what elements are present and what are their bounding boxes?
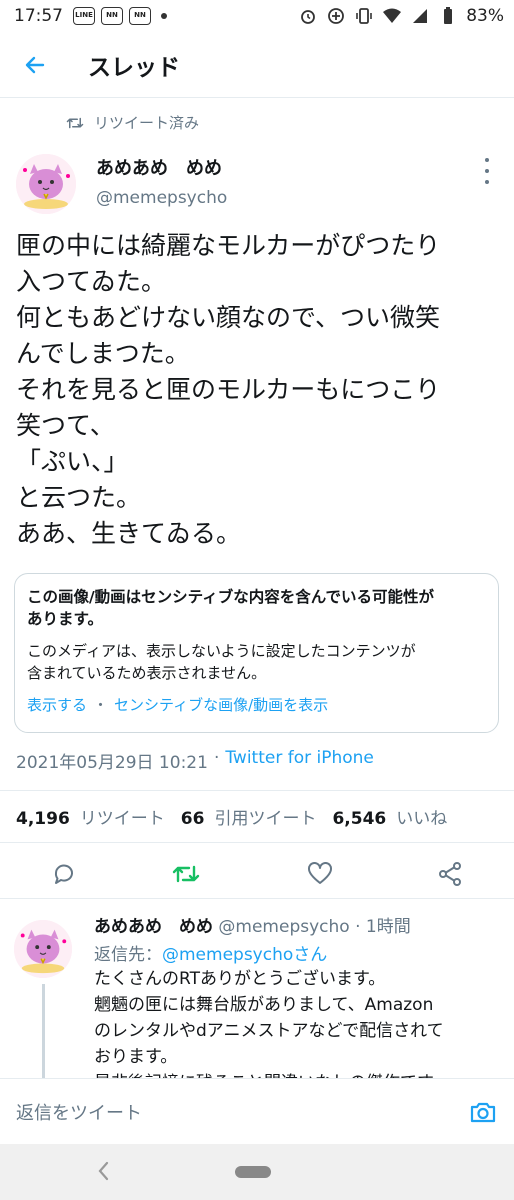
like-count[interactable]: 6,546: [332, 809, 386, 829]
notification-dot-icon: [161, 13, 167, 19]
reply-author-name[interactable]: あめあめ めめ: [94, 917, 213, 937]
retweet-count[interactable]: 4,196: [16, 809, 70, 829]
like-count-label[interactable]: いいね: [396, 804, 447, 829]
author-name[interactable]: あめあめ めめ: [96, 154, 222, 180]
reply-button[interactable]: [50, 860, 78, 888]
author-avatar[interactable]: [16, 154, 76, 214]
author-handle[interactable]: @memepsycho: [96, 188, 227, 208]
divider: [0, 790, 514, 791]
page-title: スレッド: [88, 54, 180, 81]
divider: [0, 898, 514, 899]
arrow-left-icon: [25, 56, 45, 73]
alarm-icon: [298, 6, 318, 26]
more-vertical-icon: [485, 158, 489, 162]
reply-time[interactable]: 1時間: [366, 917, 411, 937]
tweet-actions: [0, 850, 514, 896]
reply-author-handle[interactable]: @memepsycho: [218, 917, 349, 937]
comment-icon: [54, 864, 73, 884]
reply-author-avatar[interactable]: [14, 920, 72, 978]
tweet-text: 匣の中には綺麗なモルカーがぴつたり 入つてゐた。 何ともあどけない顔なので、つい…: [16, 228, 506, 552]
tweet-text-line: 匣の中には綺麗なモルカーがぴつたり: [16, 231, 441, 260]
tweet-meta: 2021年05月29日 10:21 · Twitter for iPhone: [16, 748, 374, 773]
camera-button[interactable]: [468, 1097, 498, 1127]
retweeted-label: リツイート済み: [94, 114, 200, 132]
sensitive-media-warning: この画像/動画はセンシティブな内容を含んでいる可能性が あります。 このメディア…: [14, 573, 499, 733]
tweet-timestamp[interactable]: 2021年05月29日 10:21: [16, 748, 208, 773]
avatar-illustration: [16, 154, 76, 214]
more-vertical-icon-dot: [485, 169, 489, 173]
retweet-count-label[interactable]: リツイート: [80, 804, 165, 829]
avatar-illustration: [14, 920, 72, 978]
retweet-icon: [172, 865, 200, 883]
vibrate-icon: [354, 6, 374, 26]
separator: ·: [213, 748, 220, 768]
like-button[interactable]: [306, 860, 334, 888]
data-saver-icon: [326, 6, 346, 26]
tweet-text-line: 入つてゐた。: [16, 267, 167, 296]
tweet-text-line: 何ともあどけない顔なので、つい微笑: [16, 303, 441, 332]
chevron-left-icon: [98, 1161, 109, 1181]
retweet-button[interactable]: [172, 860, 200, 888]
more-options-button[interactable]: [480, 158, 494, 184]
sensitive-body-line: このメディアは、表示しないように設定したコンテンツが: [27, 642, 416, 660]
separator: ・: [93, 696, 109, 714]
tweet-text-line: 笑つて、: [16, 411, 115, 440]
more-vertical-icon-dot: [485, 180, 489, 184]
reply-compose-input[interactable]: 返信をツイート: [16, 1099, 468, 1125]
system-back-button[interactable]: [96, 1160, 110, 1186]
reply-to-line: 返信先：@memepsychoさん: [94, 940, 327, 965]
sensitive-body-line: 含まれているため表示されません。: [27, 664, 267, 682]
tweet-stats: 4,196 リツイート 66 引用ツイート 6,546 いいね: [16, 804, 453, 829]
divider: [0, 842, 514, 843]
sensitive-actions: 表示する ・ センシティブな画像/動画を表示: [27, 694, 486, 715]
status-time: 17:57: [14, 6, 63, 26]
reply-text-line: のレンタルやdアニメストアなどで配信されて: [94, 1021, 444, 1041]
reply-to-user-link[interactable]: @memepsychoさん: [162, 945, 327, 965]
sensitive-title-line: あります。: [27, 610, 103, 628]
system-navigation-bar: [0, 1144, 514, 1200]
tweet-text-line: んでしまつた。: [16, 339, 190, 368]
system-home-button[interactable]: [235, 1166, 271, 1178]
sensitive-title-line: この画像/動画はセンシティブな内容を含んでいる可能性が: [27, 588, 434, 606]
app-notification-icon: NN: [101, 7, 123, 25]
thread-connector: [42, 984, 45, 1078]
reply-to-label: 返信先：: [94, 945, 162, 965]
wifi-icon: [382, 6, 402, 26]
retweeted-indicator: リツイート済み: [66, 112, 199, 133]
separator: ·: [355, 917, 361, 937]
share-icon: [439, 862, 461, 886]
tweet-text-line: 「ぷい、」: [16, 447, 129, 476]
line-app-icon: LINE: [73, 7, 95, 25]
sensitive-warning-title: この画像/動画はセンシティブな内容を含んでいる可能性が あります。: [27, 586, 486, 630]
quote-count-label[interactable]: 引用ツイート: [214, 804, 316, 829]
signal-icon: [410, 6, 430, 26]
heart-icon: [308, 862, 332, 884]
reply-compose-bar[interactable]: 返信をツイート: [0, 1078, 514, 1144]
tweet-text-line: それを見ると匣のモルカーもにつこり: [16, 375, 441, 404]
tweet-text-line: ああ、生きてゐる。: [16, 519, 242, 548]
tweet-text-line: と云つた。: [16, 483, 142, 512]
camera-icon: [470, 1102, 496, 1122]
tweet-source[interactable]: Twitter for iPhone: [225, 748, 374, 773]
thread-content[interactable]: リツイート済み あめあめ めめ @memepsycho 匣の中には綺麗なモルカー…: [0, 98, 514, 1078]
reply-text-line: 是非後記憶に残ること間違いなしの傑作です: [94, 1070, 509, 1078]
header-bar: スレッド: [0, 32, 514, 98]
quote-count[interactable]: 66: [181, 809, 205, 829]
reply-text-line: たくさんのRTありがとうございます。: [94, 969, 386, 989]
reply-header: あめあめ めめ @memepsycho · 1時間: [94, 912, 411, 937]
sensitive-warning-body: このメディアは、表示しないように設定したコンテンツが 含まれているため表示されま…: [27, 640, 486, 684]
reply-text-line: おります。: [94, 1047, 178, 1067]
share-button[interactable]: [436, 860, 464, 888]
reply-text-line: 魍魎の匣には舞台版がありまして、Amazon: [94, 995, 434, 1015]
sensitive-settings-link[interactable]: センシティブな画像/動画を表示: [114, 694, 328, 715]
battery-percent: 83%: [466, 6, 504, 26]
back-button[interactable]: [0, 32, 70, 98]
battery-icon: [438, 6, 458, 26]
retweet-icon: [66, 117, 84, 128]
reply-text: たくさんのRTありがとうございます。 魍魎の匣には舞台版がありまして、Amazo…: [94, 966, 509, 1078]
app-notification-icon: NN: [129, 7, 151, 25]
status-bar: 17:57 LINE NN NN 83%: [0, 0, 514, 32]
show-media-link[interactable]: 表示する: [27, 694, 87, 715]
